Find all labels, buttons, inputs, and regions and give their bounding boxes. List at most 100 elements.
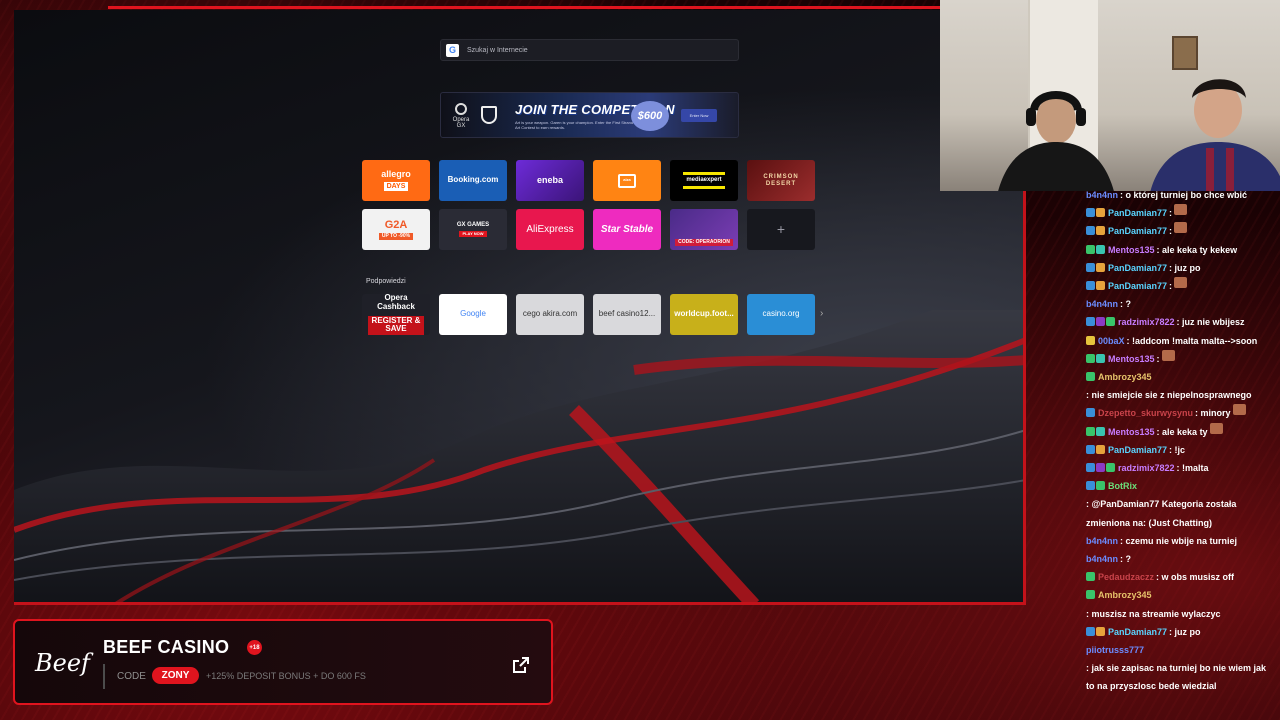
badge-icon (1096, 244, 1105, 254)
banner-enter-button[interactable]: Enter Now (681, 109, 717, 122)
chat-message: radzimix7822: !malta (1086, 459, 1276, 477)
badge-icon (1086, 590, 1095, 600)
suggestion-google[interactable]: Google (439, 294, 507, 335)
badge-icon (1086, 444, 1095, 454)
chat-message: BotRix : @PanDamian77 Kategoria została z… (1086, 477, 1276, 532)
chat-message: b4n4nn: o której turniej bo chce wbić (1086, 186, 1276, 204)
chat-username[interactable]: Ambrozy345 (1098, 368, 1152, 386)
chat-badges (1086, 408, 1095, 418)
chat-username[interactable]: radzimix7822 (1118, 459, 1175, 477)
speed-dial-star-stable[interactable]: Star Stable (593, 209, 661, 250)
speed-dial-allegro[interactable]: allegro DAYS (362, 160, 430, 201)
casino-ad-panel[interactable]: Beef BEEF CASINO +18 CODE ZONY +125% DEP… (13, 619, 553, 705)
chat-username[interactable]: PanDamian77 (1108, 623, 1167, 641)
speed-dial-mediaexpert[interactable]: mediaexpert (670, 160, 738, 201)
chat-username[interactable]: Mentos135 (1108, 350, 1155, 368)
chat-message: PanDamian77: (1086, 204, 1276, 222)
chat-badges (1086, 262, 1105, 272)
chat-message: Dzepetto_skurwysynu: minory (1086, 404, 1276, 422)
chat-text: : (1169, 281, 1173, 292)
chat-text: : (1169, 208, 1173, 219)
badge-icon (1086, 262, 1095, 272)
chat-message: PanDamian77: !jc (1086, 441, 1276, 459)
emote-icon (1161, 349, 1175, 361)
chat-username[interactable]: radzimix7822 (1118, 313, 1175, 331)
badge-icon (1086, 426, 1095, 436)
badge-icon (1086, 226, 1095, 236)
badge-icon (1096, 626, 1105, 636)
browser-capture: G Szukaj w Internecie Opera GX JOIN THE … (14, 10, 1026, 605)
chat-text: : nie smiejcie sie z niepelnosprawnego (1086, 390, 1252, 401)
chat-message: Ambrozy345 : nie smiejcie sie z niepelnos… (1086, 368, 1276, 404)
suggestion-worldcup[interactable]: worldcup.foot... (670, 294, 738, 335)
chat-badges (1086, 208, 1105, 218)
suggestion-cego-akira[interactable]: cego akira.com (516, 294, 584, 335)
speed-dial-opera-orion[interactable]: CODE: OPERAORION (670, 209, 738, 250)
chat-username[interactable]: Ambrozy345 (1098, 586, 1152, 604)
badge-icon (1096, 226, 1105, 236)
suggestions-heading: Podpowiedzi (366, 278, 406, 285)
chat-text: : !addcom !malta malta-->soon (1126, 335, 1258, 346)
chat-username[interactable]: b4n4nn (1086, 295, 1118, 313)
chat-username[interactable]: PanDamian77 (1108, 204, 1167, 222)
external-link-icon[interactable] (511, 655, 531, 675)
speed-dial-aliexpress[interactable]: AliExpress (516, 209, 584, 250)
speed-dial-g2a[interactable]: G2A UP TO -90% (362, 209, 430, 250)
badge-icon (1086, 317, 1095, 327)
chat-badges (1086, 626, 1105, 636)
suggestion-opera-cashback[interactable]: Opera Cashback REGISTER & SAVE (362, 294, 430, 335)
add-speed-dial-button[interactable]: + (747, 209, 815, 250)
suggestion-casino-org[interactable]: casino.org (747, 294, 815, 335)
streamer-right (1150, 79, 1280, 191)
chat-username[interactable]: Mentos135 (1108, 423, 1155, 441)
chat-username[interactable]: b4n4nn (1086, 550, 1118, 568)
chat-text: : ? (1120, 299, 1132, 310)
search-bar[interactable]: G Szukaj w Internecie (440, 39, 739, 61)
opera-gx-logo: Opera GX (449, 103, 473, 129)
speed-dial-crimson-desert[interactable]: CRIMSON DESERT (747, 160, 815, 201)
badge-icon (1086, 353, 1095, 363)
chat-message: Pedaudzaczz: w obs musisz off (1086, 568, 1276, 586)
emote-icon (1174, 277, 1188, 289)
chat-username[interactable]: BotRix (1108, 477, 1137, 495)
emote-icon (1209, 422, 1223, 434)
chat-text: : @PanDamian77 Kategoria została zmienio… (1086, 499, 1237, 528)
chat-username[interactable]: Pedaudzaczz (1098, 568, 1154, 586)
chat-username[interactable]: piiotrusss777 (1086, 641, 1144, 659)
speed-dial-eneba[interactable]: eneba (516, 160, 584, 201)
chat-badges (1086, 463, 1115, 473)
chat-username[interactable]: PanDamian77 (1108, 277, 1167, 295)
chat-message: PanDamian77: juz po (1086, 623, 1276, 641)
live-chat: b4n4nn: o której turniej bo chce wbić Pan… (1086, 186, 1276, 696)
chat-username[interactable]: Mentos135 (1108, 241, 1155, 259)
speed-dial-gx-games[interactable]: GX GAMES PLAY NOW (439, 209, 507, 250)
emote-icon (1174, 204, 1188, 216)
banner-subtitle: Art is your weapon. Garen is your champi… (515, 120, 634, 131)
google-icon: G (446, 43, 459, 57)
chat-username[interactable]: PanDamian77 (1108, 259, 1167, 277)
chat-text: : ? (1120, 554, 1132, 565)
chat-username[interactable]: PanDamian77 (1108, 222, 1167, 240)
badge-icon (1096, 426, 1105, 436)
chat-badges (1086, 590, 1095, 600)
badge-icon (1086, 481, 1095, 491)
chat-username[interactable]: Dzepetto_skurwysynu (1098, 404, 1193, 422)
chat-username[interactable]: 00baX (1098, 332, 1125, 350)
chat-message: b4n4nn: ? (1086, 295, 1276, 313)
speed-dial-alza[interactable]: alza (593, 160, 661, 201)
shield-icon (481, 106, 497, 124)
badge-icon (1086, 208, 1095, 218)
chat-username[interactable]: b4n4nn (1086, 532, 1118, 550)
code-label: CODE (117, 671, 146, 682)
suggestion-beef-casino[interactable]: beef casino12... (593, 294, 661, 335)
badge-icon (1096, 262, 1105, 272)
badge-icon (1086, 372, 1095, 382)
badge-icon (1096, 353, 1105, 363)
chat-text: : !malta (1176, 463, 1209, 474)
chat-username[interactable]: PanDamian77 (1108, 441, 1167, 459)
chevron-right-icon[interactable]: › (820, 308, 823, 319)
promo-banner[interactable]: Opera GX JOIN THE COMPETITION Art is you… (440, 92, 739, 138)
chat-username[interactable]: b4n4nn (1086, 186, 1118, 204)
chat-text: : ale keka ty kekew (1156, 244, 1238, 255)
speed-dial-booking[interactable]: Booking.com (439, 160, 507, 201)
